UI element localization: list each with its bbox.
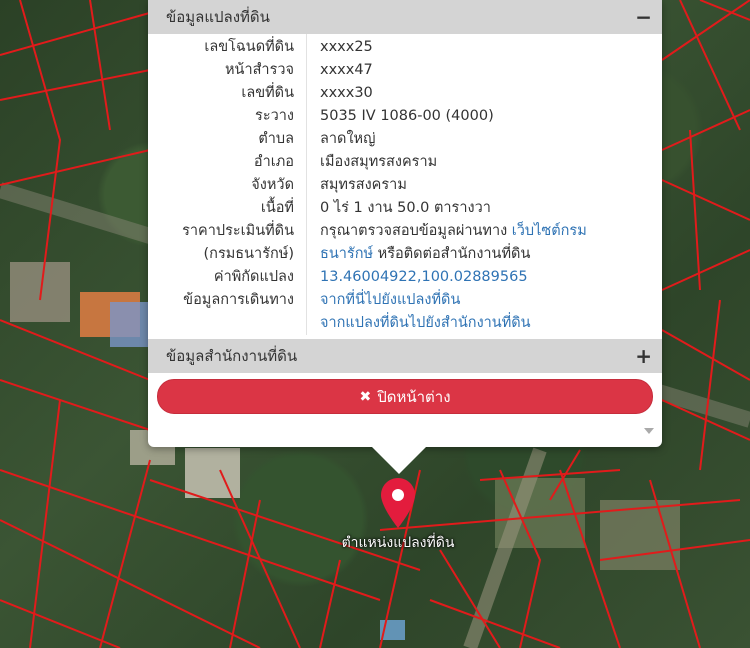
info-row-district: อำเภอ เมืองสมุทรสงคราม (148, 151, 662, 174)
info-label: ค่าพิกัดแปลง (213, 269, 294, 285)
directions-to-office-link[interactable]: จากแปลงที่ดินไปยังสำนักงานที่ดิน (320, 315, 531, 331)
info-row-deed: เลขโฉนดที่ดิน xxxx25 (148, 36, 662, 59)
info-row-area: เนื้อที่ 0 ไร่ 1 งาน 50.0 ตารางวา (148, 197, 662, 220)
info-value: ลาดใหญ่ (320, 131, 376, 147)
popup-pointer (371, 446, 427, 474)
info-value: จากที่นี่ไปยังแปลงที่ดิน (306, 289, 662, 312)
info-label: จังหวัด (251, 177, 294, 193)
info-value: 5035 IV 1086-00 (4000) (320, 108, 494, 124)
office-section-title: ข้อมูลสำนักงานที่ดิน (166, 347, 298, 365)
collapse-icon[interactable]: − (635, 5, 652, 29)
info-value: เมืองสมุทรสงคราม (320, 154, 438, 170)
info-row-directions: ข้อมูลการเดินทาง จากที่นี่ไปยังแปลงที่ดิ… (148, 289, 662, 312)
info-value: xxxx25 (320, 39, 373, 55)
map-marker-icon[interactable] (381, 478, 415, 528)
info-label: หน้าสำรวจ (224, 62, 294, 78)
info-label: ข้อมูลการเดินทาง (183, 292, 294, 308)
parcel-info-popup: ข้อมูลแปลงที่ดิน − เลขโฉนดที่ดิน xxxx25 … (148, 0, 662, 447)
info-row-land-number: เลขที่ดิน xxxx30 (148, 82, 662, 105)
info-value: ธนารักษ์ หรือติดต่อสำนักงานที่ดิน (306, 243, 662, 266)
parcel-info-table: เลขโฉนดที่ดิน xxxx25 หน้าสำรวจ xxxx47 เล… (148, 34, 662, 335)
info-value: จากแปลงที่ดินไปยังสำนักงานที่ดิน (306, 312, 662, 335)
info-row-coordinates: ค่าพิกัดแปลง 13.46004922,100.02889565 (148, 266, 662, 289)
info-label: เลขที่ดิน (241, 85, 294, 101)
info-label: ระวาง (255, 108, 294, 124)
parcel-section-title: ข้อมูลแปลงที่ดิน (166, 8, 270, 26)
info-label: ราคาประเมินที่ดิน (182, 223, 294, 239)
close-window-label: ปิดหน้าต่าง (377, 387, 451, 406)
appraisal-text: กรุณาตรวจสอบข้อมูลผ่านทาง (320, 223, 512, 239)
info-value: xxxx30 (320, 85, 373, 101)
info-row-province: จังหวัด สมุทรสงคราม (148, 174, 662, 197)
info-label: อำเภอ (253, 154, 294, 170)
appraisal-text-suffix: หรือติดต่อสำนักงานที่ดิน (373, 246, 531, 262)
close-icon: ✖ (359, 388, 372, 405)
expand-icon[interactable]: + (635, 344, 652, 368)
coordinates-link[interactable]: 13.46004922,100.02889565 (320, 269, 528, 285)
info-row-subdistrict: ตำบล ลาดใหญ่ (148, 128, 662, 151)
treasury-website-link-continued[interactable]: ธนารักษ์ (320, 246, 373, 262)
close-window-button[interactable]: ✖ ปิดหน้าต่าง (157, 379, 653, 414)
info-value: xxxx47 (320, 62, 373, 78)
info-row-appraisal-2: (กรมธนารักษ์) ธนารักษ์ หรือติดต่อสำนักงา… (148, 243, 662, 266)
info-row-survey-page: หน้าสำรวจ xxxx47 (148, 59, 662, 82)
info-label: เนื้อที่ (260, 200, 294, 216)
info-value: 0 ไร่ 1 งาน 50.0 ตารางวา (320, 200, 491, 216)
info-value: สมุทรสงคราม (320, 177, 407, 193)
parcel-section-header[interactable]: ข้อมูลแปลงที่ดิน − (148, 0, 662, 34)
info-value: 13.46004922,100.02889565 (306, 266, 662, 289)
directions-to-parcel-link[interactable]: จากที่นี่ไปยังแปลงที่ดิน (320, 292, 460, 308)
office-section-header[interactable]: ข้อมูลสำนักงานที่ดิน + (148, 339, 662, 373)
info-value: กรุณาตรวจสอบข้อมูลผ่านทาง เว็บไซต์กรม (306, 220, 662, 243)
info-row-directions-2: จากแปลงที่ดินไปยังสำนักงานที่ดิน (148, 312, 662, 335)
info-label-empty (148, 312, 306, 335)
info-label: เลขโฉนดที่ดิน (204, 39, 294, 55)
marker-label: ตำแหน่งแปลงที่ดิน (341, 535, 455, 551)
treasury-website-link[interactable]: เว็บไซต์กรม (512, 223, 587, 239)
scroll-down-arrow-icon[interactable] (644, 428, 654, 434)
info-label: (กรมธนารักษ์) (203, 246, 294, 262)
close-button-wrap: ✖ ปิดหน้าต่าง (148, 373, 662, 414)
info-row-appraisal: ราคาประเมินที่ดิน กรุณาตรวจสอบข้อมูลผ่าน… (148, 220, 662, 243)
info-row-map-sheet: ระวาง 5035 IV 1086-00 (4000) (148, 105, 662, 128)
info-label: ตำบล (258, 131, 294, 147)
